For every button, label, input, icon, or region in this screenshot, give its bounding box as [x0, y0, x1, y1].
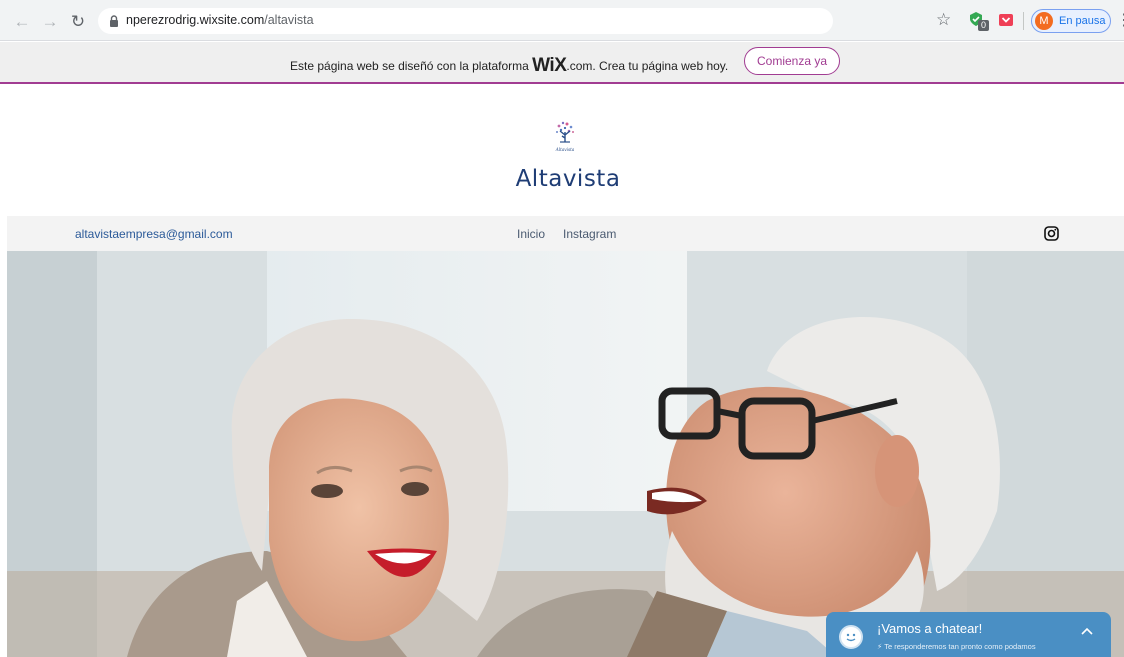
elderly-couple-photo: [7, 251, 1124, 657]
chat-subtitle-text: Te responderemos tan pronto como podamos: [884, 642, 1036, 651]
chevron-up-icon[interactable]: [1080, 625, 1094, 639]
tree-icon: [556, 121, 574, 143]
chat-widget[interactable]: ¡Vamos a chatear! ⚡ Te responderemos tan…: [826, 612, 1111, 657]
smiley-icon: [839, 625, 863, 649]
hero-image: [7, 251, 1124, 657]
address-bar[interactable]: nperezrodrig.wixsite.com/altavista: [98, 8, 833, 34]
toolbar-divider: [1023, 12, 1024, 30]
wix-promo-banner: Este página web se diseñó con la platafo…: [0, 42, 1124, 84]
site-logo[interactable]: Altavista: [553, 120, 577, 154]
profile-button[interactable]: M En pausa: [1031, 9, 1111, 33]
forward-arrow-icon[interactable]: →: [40, 12, 60, 32]
nav-item-inicio[interactable]: Inicio: [517, 227, 545, 241]
site-title[interactable]: Altavista: [0, 166, 1124, 192]
reload-icon[interactable]: ↻: [68, 12, 88, 32]
lightning-icon: ⚡: [877, 642, 883, 651]
browser-toolbar: ← → ↻ nperezrodrig.wixsite.com/altavista…: [0, 0, 1124, 41]
avatar: M: [1035, 12, 1053, 30]
menu-icon[interactable]: ⋮: [1116, 10, 1124, 30]
extension-icon[interactable]: 0: [968, 11, 989, 31]
star-icon[interactable]: ☆: [936, 10, 951, 30]
url-host: nperezrodrig.wixsite.com: [126, 13, 265, 27]
url-path: /altavista: [264, 13, 314, 27]
back-arrow-icon[interactable]: ←: [12, 12, 32, 32]
profile-status: En pausa: [1059, 15, 1106, 27]
wix-text-before: Este página web se diseñó con la platafo…: [290, 59, 533, 73]
pocket-icon[interactable]: [998, 12, 1014, 28]
chat-title: ¡Vamos a chatear!: [877, 621, 983, 636]
nav-item-instagram[interactable]: Instagram: [563, 227, 616, 241]
instagram-icon[interactable]: [1044, 226, 1059, 241]
wix-banner-text: Este página web se diseñó con la platafo…: [290, 55, 728, 77]
site-nav-strip: altavistaempresa@gmail.com Inicio Instag…: [7, 216, 1124, 251]
url-text: nperezrodrig.wixsite.com/altavista: [126, 13, 314, 27]
wix-text-after: .com. Crea tu página web hoy.: [566, 59, 729, 73]
chat-subtitle: ⚡ Te responderemos tan pronto como podam…: [877, 642, 1036, 651]
wix-logo[interactable]: WiX: [532, 55, 567, 76]
lock-icon: [110, 15, 118, 27]
extension-badge: 0: [978, 20, 989, 31]
start-now-button[interactable]: Comienza ya: [744, 47, 840, 75]
contact-email-link[interactable]: altavistaempresa@gmail.com: [75, 227, 233, 241]
logo-caption: Altavista: [555, 147, 575, 152]
